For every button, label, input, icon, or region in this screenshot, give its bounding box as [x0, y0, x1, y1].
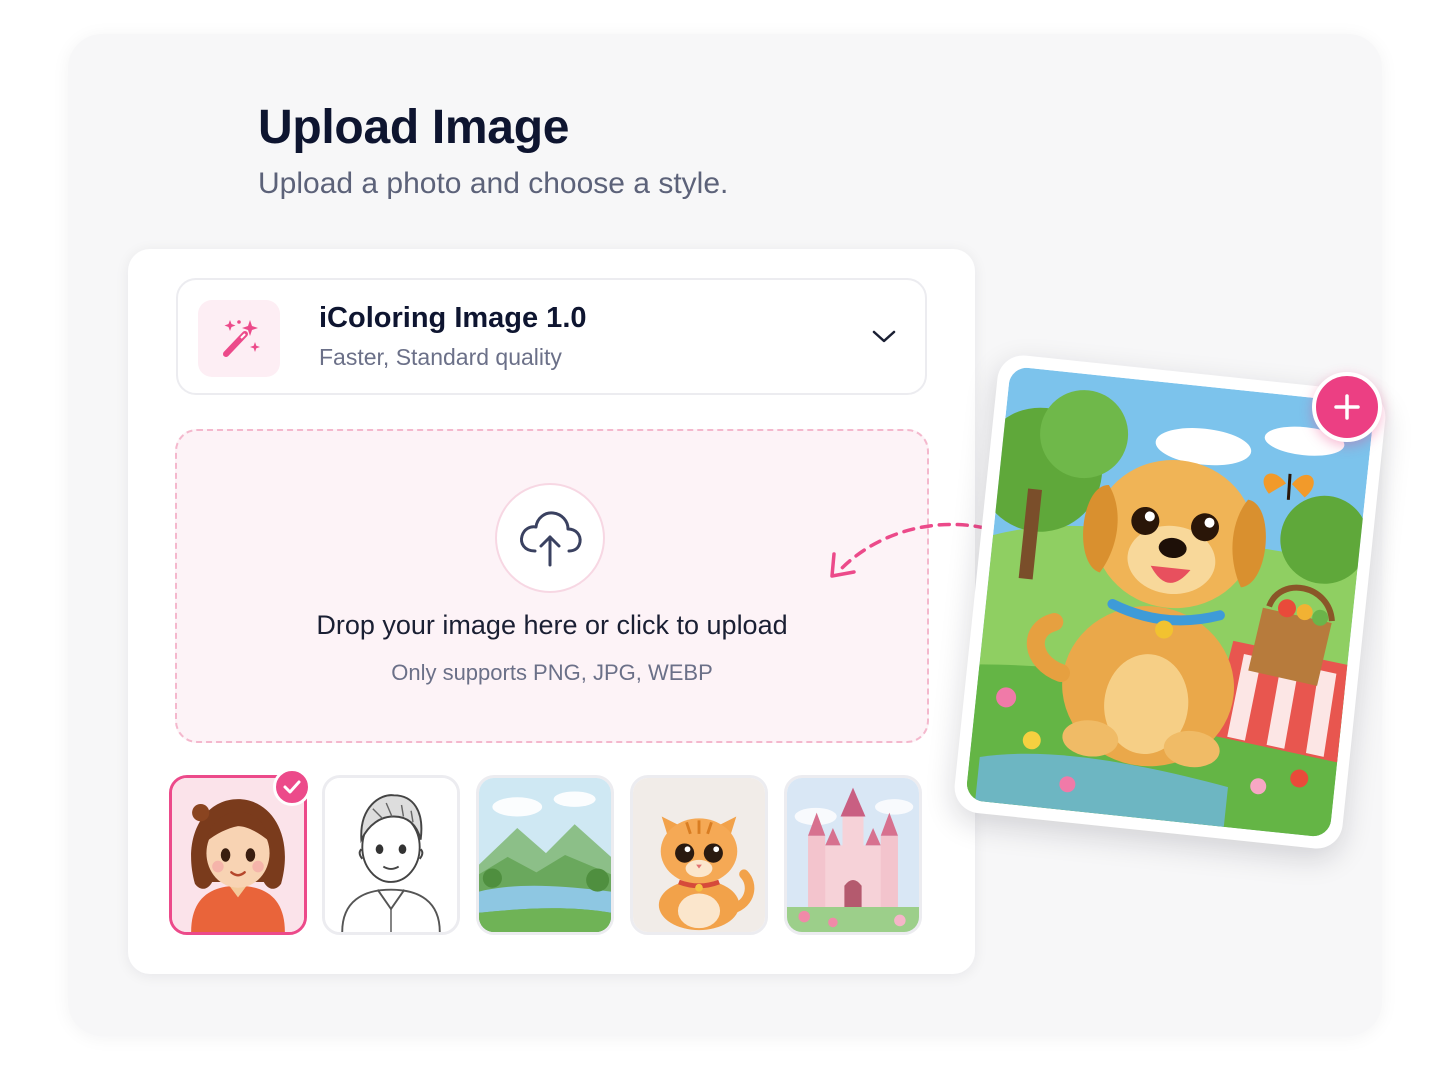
dashed-arrow-icon — [830, 522, 987, 578]
model-description: Faster, Standard quality — [319, 344, 562, 370]
magic-wand-icon — [198, 300, 280, 377]
supported-formats-hint: Only supports PNG, JPG, WEBP — [391, 660, 713, 685]
puppy-picnic-image — [965, 366, 1375, 838]
dropzone-prompt: Drop your image here or click to upload — [316, 610, 788, 640]
style-thumbnail-kitten[interactable] — [630, 775, 768, 935]
add-image-button[interactable] — [1312, 372, 1382, 442]
page-title: Upload Image — [258, 101, 570, 154]
model-name: iColoring Image 1.0 — [319, 302, 587, 334]
chevron-down-icon — [872, 330, 896, 343]
selected-check-icon — [273, 768, 311, 806]
style-thumbnail-landscape[interactable] — [476, 775, 614, 935]
cloud-upload-icon — [495, 483, 605, 593]
style-thumbnail-line-art-boy[interactable] — [322, 775, 460, 935]
upload-dropzone[interactable]: Drop your image here or click to upload … — [175, 429, 929, 743]
model-selector-dropdown[interactable]: iColoring Image 1.0 Faster, Standard qua… — [176, 278, 927, 395]
page-subtitle: Upload a photo and choose a style. — [258, 167, 729, 200]
plus-icon — [1334, 394, 1360, 420]
style-thumbnail-castle[interactable] — [784, 775, 922, 935]
